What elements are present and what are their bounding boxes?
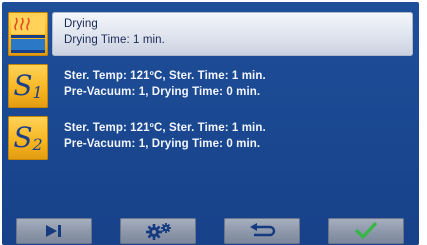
program-line2: Drying Time: 1 min. [64,34,165,46]
s2-icon: S2 [8,116,48,160]
program-row-drying[interactable]: Drying Drying Time: 1 min. [8,12,413,56]
program-row-s1[interactable]: S1 Ster. Temp: 121ºC, Ster. Time: 1 min.… [8,64,413,108]
program-row-s2[interactable]: S2 Ster. Temp: 121ºC, Ster. Time: 1 min.… [8,116,413,160]
skip-next-icon [46,225,61,237]
back-button[interactable] [224,218,300,244]
program-line1: Drying [64,18,98,30]
sterilizer-screen: Drying Drying Time: 1 min. S1 Ster. Temp… [2,2,419,245]
settings-button[interactable] [120,218,196,244]
drying-tile [8,12,48,56]
s1-icon: S1 [8,64,48,108]
next-button[interactable] [16,218,92,244]
return-icon [250,223,276,237]
s1-badge-letter: S [13,69,33,102]
program-line2: Pre-Vacuum: 1, Drying Time: 0 min. [64,138,261,150]
s2-badge-letter: S [13,121,33,154]
gears-icon [146,223,171,240]
drying-icon [11,16,45,53]
bottom-toolbar [2,214,419,245]
program-line1: Ster. Temp: 121ºC, Ster. Time: 1 min. [64,70,266,82]
checkmark-icon [355,222,377,239]
program-line2: Pre-Vacuum: 1, Drying Time: 0 min. [64,86,261,98]
confirm-button[interactable] [328,218,404,244]
s2-badge-number: 2 [32,135,43,154]
s1-badge-number: 1 [32,83,43,102]
program-line1: Ster. Temp: 121ºC, Ster. Time: 1 min. [64,122,266,134]
